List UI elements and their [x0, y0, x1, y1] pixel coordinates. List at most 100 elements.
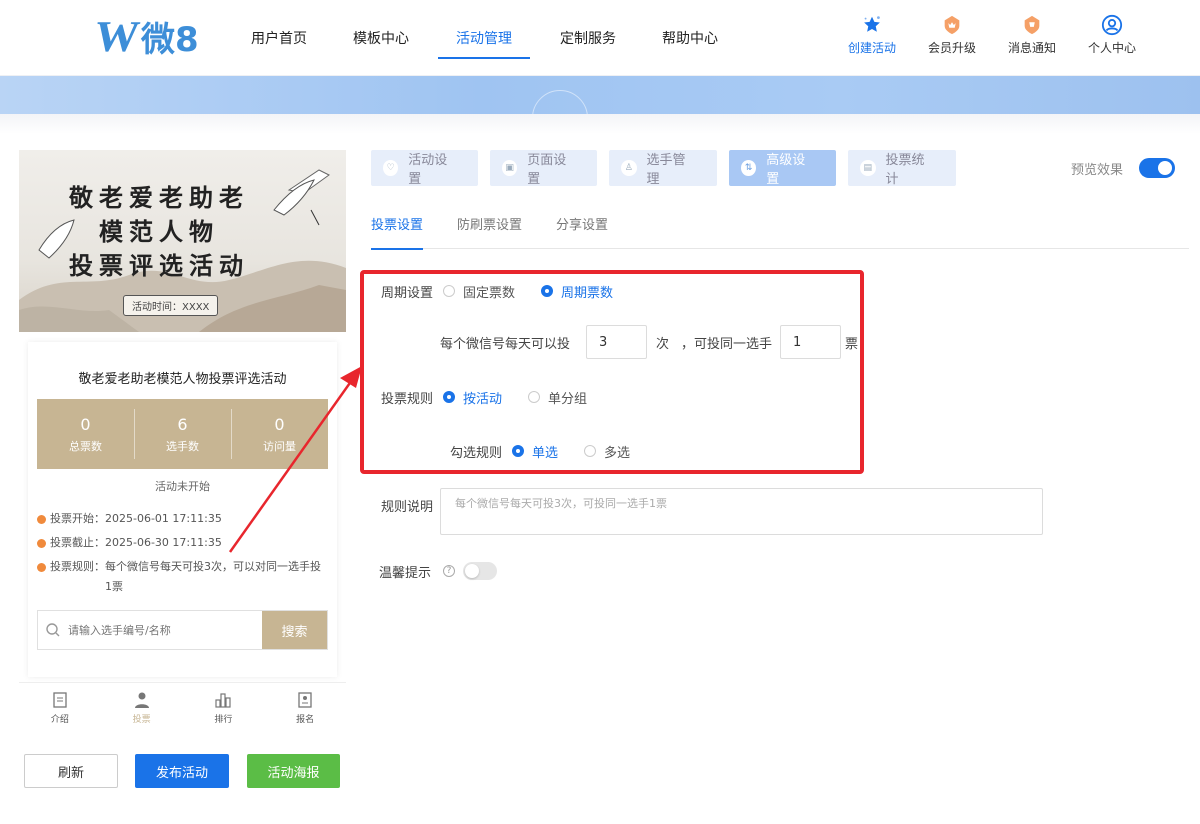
- option-by-activity[interactable]: 按活动: [463, 388, 502, 407]
- vote-rule-label: 投票规则: [381, 391, 434, 407]
- radio-cycle-votes[interactable]: [541, 285, 554, 297]
- poster-title-line1: 敬老爱老助老: [69, 183, 249, 212]
- tab-label: 介绍: [50, 714, 69, 725]
- logo-text: 微8: [141, 19, 199, 60]
- info-label: 投票规则：: [50, 560, 105, 573]
- info-dot-icon: [37, 515, 46, 524]
- option-fixed-votes[interactable]: 固定票数: [463, 282, 515, 301]
- rule-desc-label-row: 规则说明: [381, 496, 433, 515]
- mobile-tabbar: 介绍 投票 排行 报名: [19, 682, 346, 732]
- personal-center-button[interactable]: 个人中心: [1084, 14, 1140, 56]
- poster-time: 活动时间：XXXX: [123, 295, 219, 316]
- votes-input[interactable]: 1: [780, 325, 842, 359]
- tab-vote-statistics[interactable]: ▤ 投票统计: [848, 150, 956, 187]
- select-rule-row: 勾选规则 单选 多选: [450, 442, 630, 461]
- times-input[interactable]: 3: [586, 325, 648, 359]
- crown-badge-icon: [944, 15, 960, 35]
- stat-value: 0: [274, 414, 285, 434]
- doc-icon: [53, 691, 67, 708]
- preview-label: 预览效果: [1071, 162, 1124, 178]
- info-value: 每个微信号每天可投3次，可以对同一选手投1票: [105, 560, 321, 593]
- right-nav: 创建活动 会员升级 消息通知 个人中心: [844, 14, 1140, 56]
- sliders-icon: ⇅: [741, 160, 757, 176]
- stat-label: 选手数: [166, 439, 199, 453]
- subtab-vote-settings[interactable]: 投票设置: [371, 205, 424, 250]
- search-icon: [38, 611, 68, 649]
- activity-poster-button[interactable]: 活动海报: [247, 754, 340, 788]
- tab-advanced-settings[interactable]: ⇅ 高级设置: [729, 150, 836, 187]
- stat-value: 0: [80, 414, 91, 434]
- nav-template-center[interactable]: 模板中心: [330, 0, 432, 76]
- member-upgrade-button[interactable]: 会员升级: [924, 14, 980, 56]
- logo[interactable]: W 微8: [92, 12, 199, 61]
- tab-contestant-manage[interactable]: ♙ 选手管理: [609, 150, 717, 187]
- rule-desc-textarea[interactable]: 每个微信号每天可投3次，可投同一选手1票: [440, 488, 1043, 535]
- tab-label: 报名: [296, 714, 315, 725]
- per-day-prefix: 每个微信号每天可以投: [440, 336, 571, 352]
- activity-title: 敬老爱老助老模范人物投票评选活动: [78, 372, 287, 387]
- activity-card: 敬老爱老助老模范人物投票评选活动 0 总票数 6 选手数 0 访问量 活动未开始 投票…: [28, 342, 337, 677]
- select-rule-label: 勾选规则: [450, 445, 503, 461]
- tab-label: 选手管理: [646, 153, 686, 187]
- subtab-share-settings[interactable]: 分享设置: [556, 205, 608, 249]
- bell-badge-icon: [1024, 15, 1040, 35]
- stat-label: 访问量: [263, 439, 296, 453]
- stat-visits: 0 访问量: [231, 399, 328, 469]
- option-single-select[interactable]: 单选: [532, 442, 558, 461]
- preview-toggle-row: 预览效果: [1071, 158, 1176, 178]
- tab-label: 排行: [214, 714, 233, 725]
- info-value: 2025-06-30 17:11:35: [105, 536, 222, 549]
- preview-toggle[interactable]: [1139, 158, 1176, 178]
- votes-unit: 票: [845, 336, 859, 352]
- warm-tip-toggle[interactable]: [463, 562, 498, 580]
- tab-label: 投票统计: [885, 153, 925, 187]
- main-nav: 用户首页 模板中心 活动管理 定制服务 帮助中心: [228, 0, 740, 76]
- option-multi-select[interactable]: 多选: [604, 442, 630, 461]
- radio-by-activity[interactable]: [443, 391, 456, 403]
- tab-signup[interactable]: 报名: [264, 683, 346, 732]
- warm-tip-label: 温馨提示: [379, 565, 432, 581]
- tab-page-settings[interactable]: ▣ 页面设置: [490, 150, 597, 187]
- contestant-search: 搜索: [37, 610, 328, 650]
- radio-single-group[interactable]: [528, 391, 541, 403]
- user-icon: [1101, 14, 1123, 36]
- nav-help-center[interactable]: 帮助中心: [640, 0, 740, 76]
- stats-icon: ▤: [860, 160, 876, 176]
- help-icon[interactable]: ?: [443, 565, 456, 577]
- subtab-anti-brush[interactable]: 防刷票设置: [457, 205, 522, 249]
- stat-value: 6: [177, 414, 188, 434]
- radio-single-select[interactable]: [512, 445, 525, 457]
- tab-ranking[interactable]: 排行: [183, 683, 265, 732]
- radio-multi-select[interactable]: [584, 445, 597, 457]
- info-label: 投票开始：: [50, 512, 105, 525]
- radio-fixed-votes[interactable]: [443, 285, 456, 297]
- poster-title-line2: 模范人物: [99, 217, 219, 246]
- per-day-row: 每个微信号每天可以投 3 次 ，可投同一选手 1 票: [440, 325, 858, 359]
- tab-activity-settings[interactable]: ♡ 活动设置: [371, 150, 478, 187]
- publish-activity-button[interactable]: 发布活动: [135, 754, 229, 788]
- tab-intro[interactable]: 介绍: [19, 683, 101, 732]
- bar-icon: [215, 692, 231, 708]
- notification-label: 消息通知: [1007, 41, 1056, 55]
- heart-icon: ♡: [383, 160, 399, 176]
- personal-center-label: 个人中心: [1087, 41, 1136, 55]
- search-button[interactable]: 搜索: [262, 611, 327, 649]
- person-icon: [134, 692, 149, 708]
- times-unit: 次: [656, 336, 670, 352]
- notification-button[interactable]: 消息通知: [1004, 14, 1060, 56]
- create-activity-button[interactable]: 创建活动: [844, 14, 900, 56]
- option-cycle-votes[interactable]: 周期票数: [561, 282, 613, 301]
- option-single-group[interactable]: 单分组: [548, 388, 587, 407]
- stat-contestants: 6 选手数: [134, 399, 231, 469]
- nav-custom-service[interactable]: 定制服务: [536, 0, 640, 76]
- info-dot-icon: [37, 539, 46, 548]
- nav-activity-manage[interactable]: 活动管理: [432, 0, 536, 76]
- search-input[interactable]: [68, 611, 262, 649]
- nav-user-home[interactable]: 用户首页: [228, 0, 330, 76]
- vote-end-info: 投票截止： 2025-06-30 17:11:35: [37, 533, 327, 553]
- refresh-button[interactable]: 刷新: [24, 754, 118, 788]
- tab-vote[interactable]: 投票: [101, 683, 183, 732]
- logo-mark: W: [91, 11, 139, 61]
- tab-label: 页面设置: [527, 153, 567, 187]
- vote-subtabs: 投票设置 防刷票设置 分享设置: [371, 205, 1189, 250]
